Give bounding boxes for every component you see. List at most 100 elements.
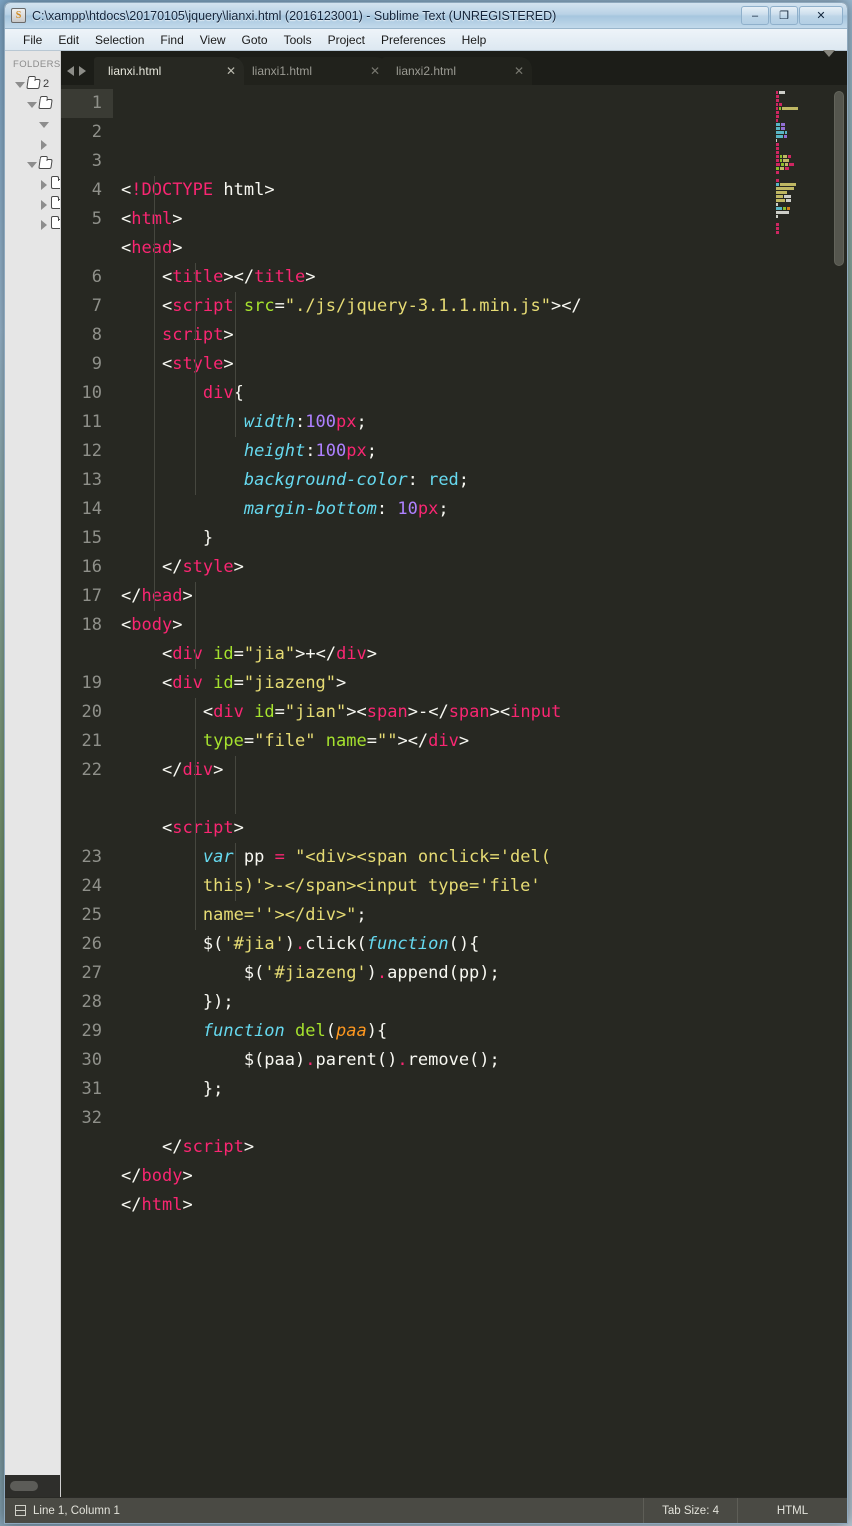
- triangle-right-icon[interactable]: [39, 199, 48, 210]
- code-token: html: [213, 180, 265, 200]
- maximize-button[interactable]: ❐: [770, 6, 798, 25]
- code-token: input: [510, 702, 562, 722]
- code-line: <div id="jian"><span>-</span><input: [121, 698, 773, 727]
- minimap-segment: [782, 207, 786, 210]
- menu-bar: File Edit Selection Find View Goto Tools Projec…: [5, 29, 847, 51]
- folder-tree-item[interactable]: [5, 114, 60, 134]
- status-bar: Line 1, Column 1 Tab Size: 4 HTML: [5, 1497, 847, 1523]
- tab-close-icon[interactable]: ✕: [350, 65, 380, 77]
- folder-tree-item[interactable]: [5, 94, 60, 114]
- minimap-line: [776, 203, 828, 206]
- code-token: div: [336, 644, 367, 664]
- minimap-segment: [776, 191, 787, 194]
- code-token: id: [213, 673, 234, 693]
- code-token: =: [233, 644, 244, 664]
- tab-close-icon[interactable]: ✕: [494, 65, 524, 77]
- minimap-segment: [776, 107, 779, 110]
- panel-icon[interactable]: [15, 1505, 26, 1516]
- minimap-line: [776, 131, 828, 134]
- minimap-segment: [781, 163, 784, 166]
- code-token: div: [428, 731, 459, 751]
- tab-label: lianxi2.html: [396, 64, 457, 78]
- folder-tree-item[interactable]: 2: [5, 74, 60, 94]
- folder-tree-item[interactable]: [5, 154, 60, 174]
- triangle-right-icon[interactable]: [39, 179, 48, 190]
- menu-item-preferences[interactable]: Preferences: [373, 31, 454, 49]
- line-number: 21: [81, 731, 102, 751]
- minimap-segment: [776, 143, 780, 146]
- menu-item-goto[interactable]: Goto: [234, 31, 276, 49]
- folder-tree-item[interactable]: [5, 134, 60, 154]
- code-token: "./js/jquery-3.1.1.min.js": [284, 296, 551, 316]
- minimap[interactable]: [773, 85, 831, 1497]
- close-button[interactable]: ✕: [799, 6, 843, 25]
- triangle-right-icon[interactable]: [39, 139, 48, 150]
- sidebar-horizontal-scrollbar[interactable]: [5, 1475, 60, 1497]
- code-token: "": [376, 731, 398, 751]
- scrollbar-thumb[interactable]: [10, 1481, 38, 1491]
- line-number: 3: [91, 151, 102, 171]
- menu-item-tools[interactable]: Tools: [276, 31, 320, 49]
- minimap-segment: [776, 179, 780, 182]
- minimap-line: [776, 175, 828, 178]
- code-token: .: [295, 934, 306, 954]
- code-token: ;: [366, 441, 377, 461]
- minimap-line: [776, 147, 828, 150]
- scrollbar-thumb[interactable]: [834, 91, 844, 266]
- menu-item-edit[interactable]: Edit: [50, 31, 87, 49]
- folder-tree-item[interactable]: [5, 174, 60, 194]
- menu-item-project[interactable]: Project: [320, 31, 373, 49]
- code-token: </: [121, 586, 142, 606]
- line-number-spacer: ·: [61, 640, 113, 669]
- line-number: 14: [81, 499, 102, 519]
- code-token: <: [202, 702, 214, 722]
- code-token: function: [366, 934, 449, 954]
- menu-item-find[interactable]: Find: [152, 31, 191, 49]
- tab-lianxi2-html[interactable]: lianxi2.html ✕: [382, 57, 532, 85]
- code-area: 12345·6789101112131415161718·19202122··2…: [61, 85, 847, 1497]
- minimap-line: [776, 223, 828, 226]
- tab-lianxi-html[interactable]: lianxi.html ✕: [94, 57, 244, 85]
- tab-overflow-button[interactable]: [823, 50, 847, 85]
- menu-item-selection[interactable]: Selection: [87, 31, 152, 49]
- menu-item-help[interactable]: Help: [454, 31, 495, 49]
- menu-item-view[interactable]: View: [192, 31, 234, 49]
- code-token: head: [131, 238, 173, 258]
- code-content[interactable]: <!DOCTYPE html> <html> <head> <title></tit…: [113, 85, 773, 1497]
- triangle-down-icon[interactable]: [27, 160, 37, 169]
- tab-next-arrow-icon[interactable]: [79, 66, 86, 76]
- line-number: 29: [81, 1021, 102, 1041]
- code-token: >: [305, 267, 316, 287]
- folder-tree-item[interactable]: [5, 194, 60, 214]
- triangle-down-icon[interactable]: [27, 100, 37, 109]
- menu-item-file[interactable]: File: [15, 31, 50, 49]
- triangle-down-icon[interactable]: [39, 120, 49, 129]
- minimap-segment: [776, 159, 780, 162]
- minimap-segment: [776, 115, 780, 118]
- tab-lianxi1-html[interactable]: lianxi1.html ✕: [238, 57, 388, 85]
- folder-tree-item[interactable]: [5, 214, 60, 234]
- vertical-scrollbar[interactable]: [831, 85, 847, 1497]
- code-token: >: [213, 760, 224, 780]
- code-token: ): [366, 963, 377, 983]
- code-token: name: [325, 731, 367, 751]
- tab-close-icon[interactable]: ✕: [206, 65, 236, 77]
- tab-size-button[interactable]: Tab Size: 4: [643, 1498, 737, 1523]
- minimize-button[interactable]: –: [741, 6, 769, 25]
- code-token: .: [305, 1050, 316, 1070]
- code-line: <body>: [121, 611, 773, 640]
- minimap-line: [776, 139, 828, 142]
- triangle-right-icon[interactable]: [39, 219, 48, 230]
- code-token: >: [243, 1137, 255, 1157]
- folder-tree[interactable]: 2: [5, 74, 60, 234]
- triangle-down-icon[interactable]: [15, 80, 25, 89]
- code-token: </: [121, 1195, 142, 1215]
- tab-prev-arrow-icon[interactable]: [67, 66, 74, 76]
- language-button[interactable]: HTML: [737, 1498, 847, 1523]
